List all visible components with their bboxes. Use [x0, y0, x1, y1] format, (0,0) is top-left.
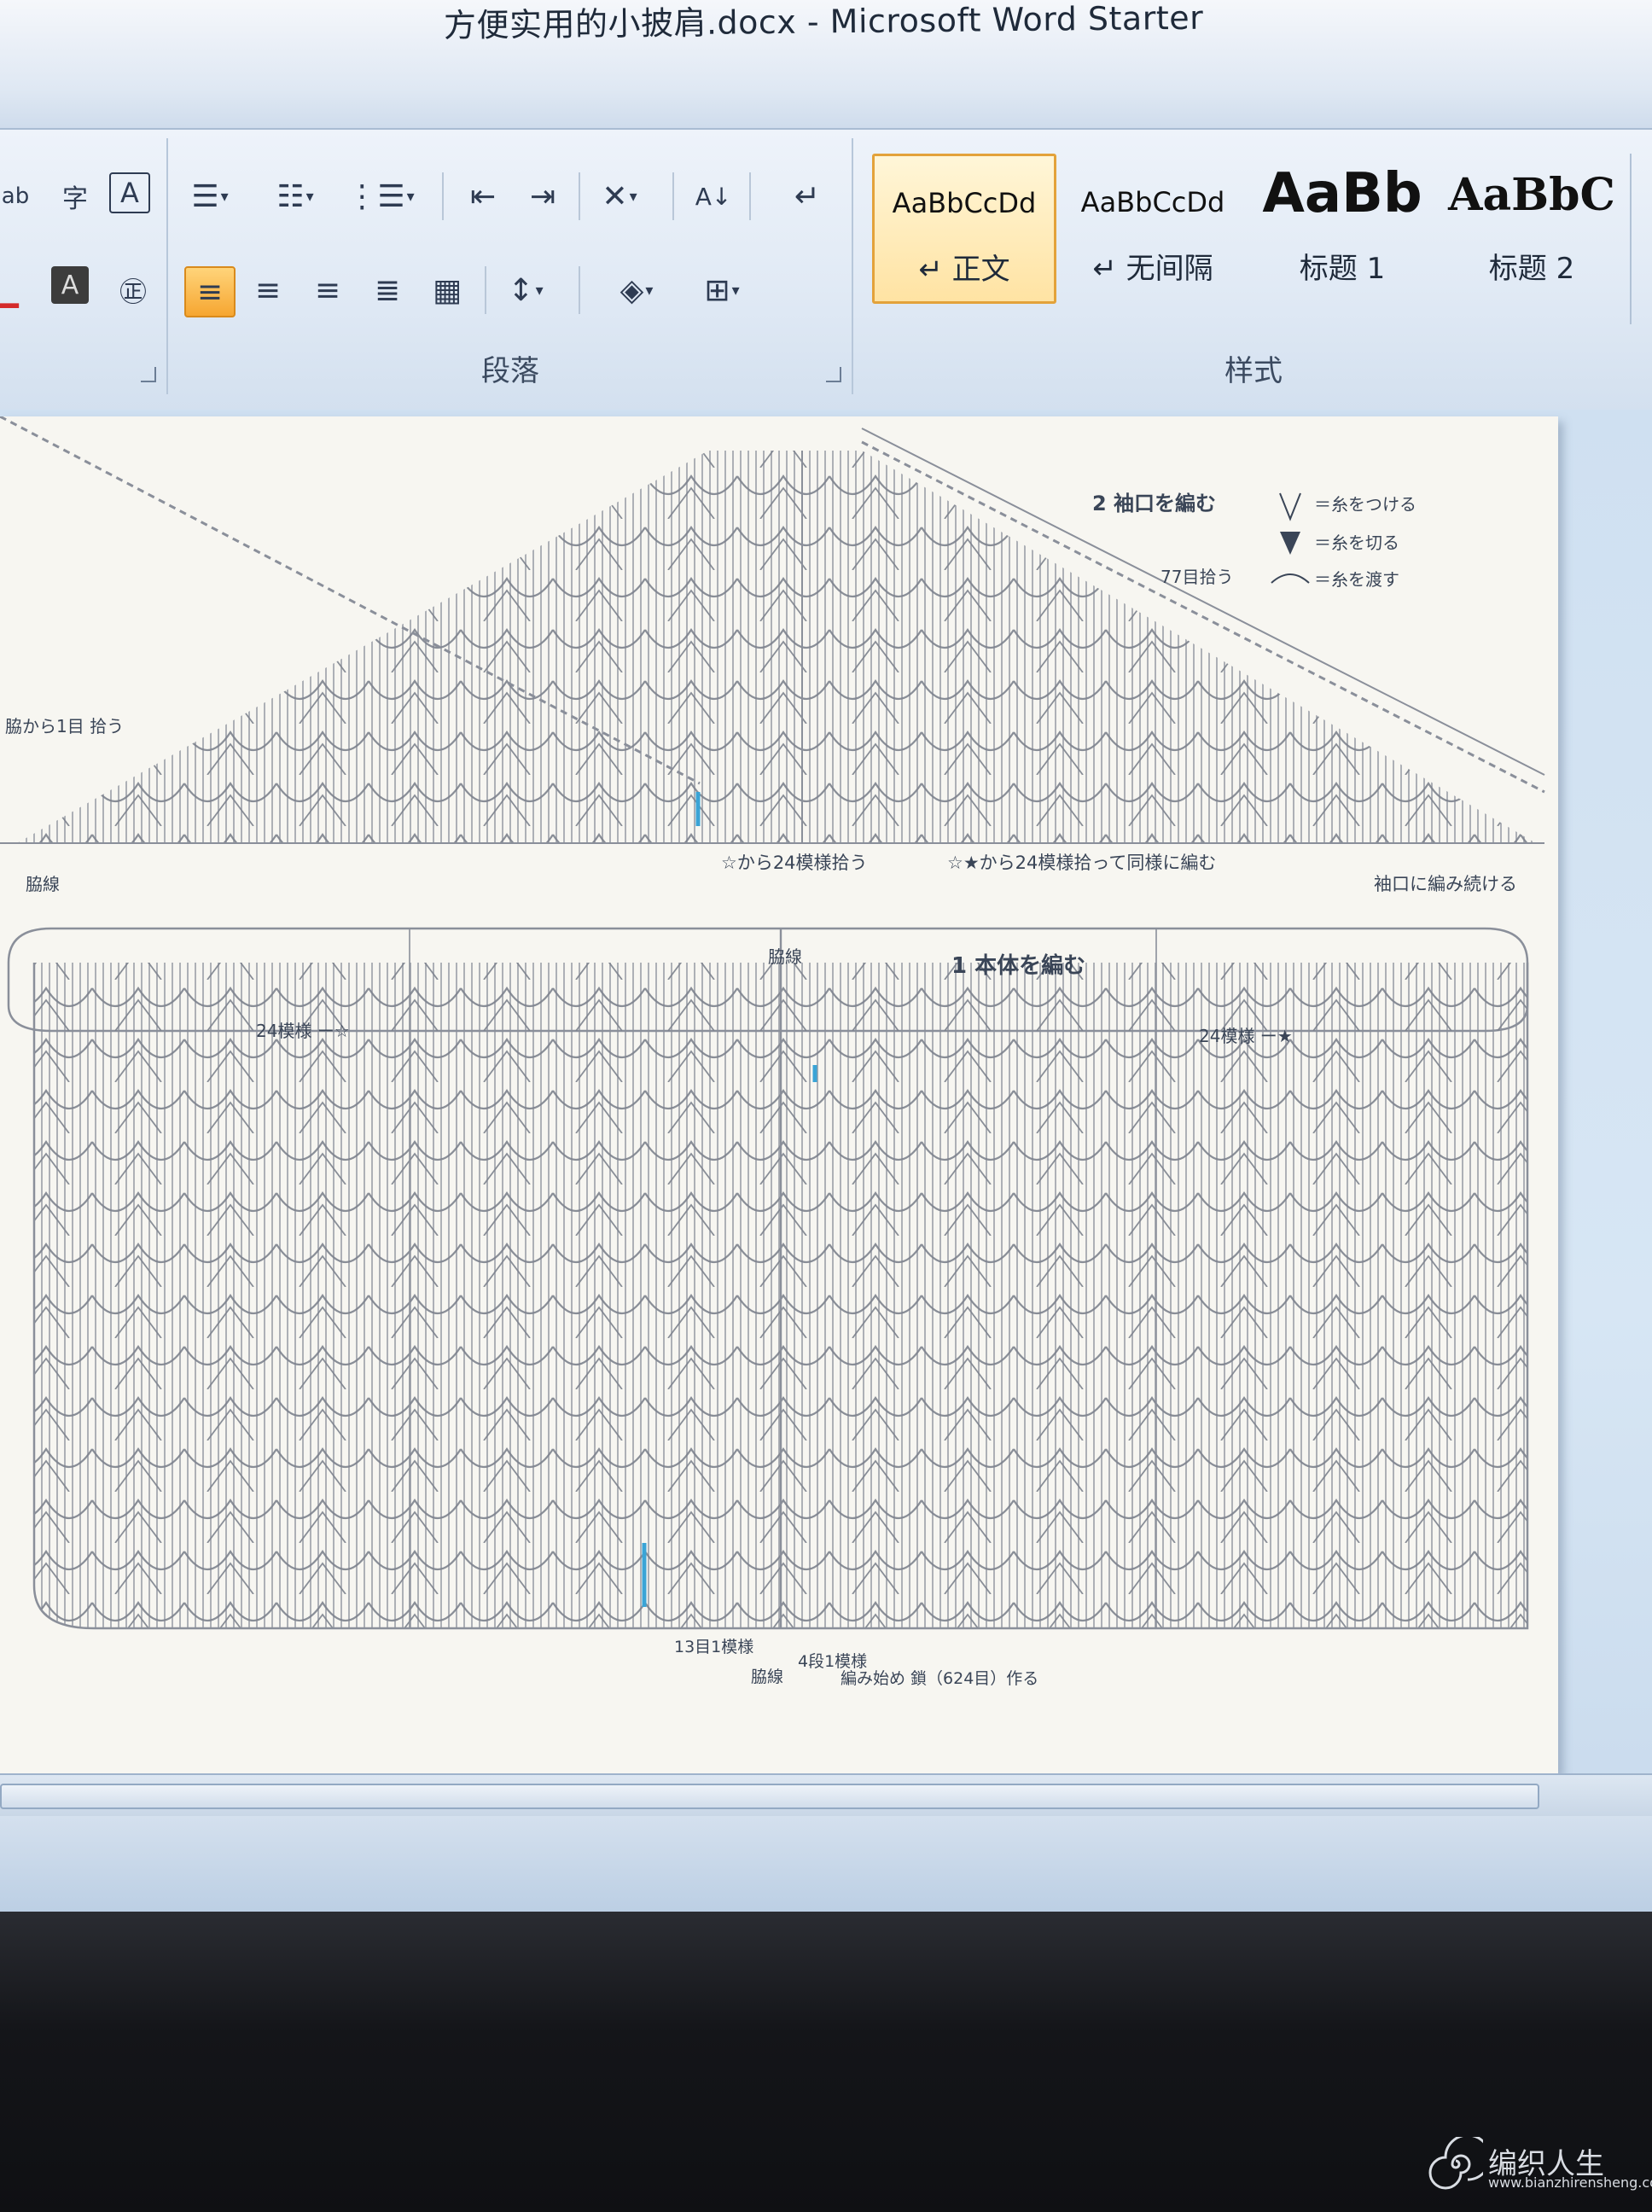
enclosed-characters-icon[interactable]: ㊣ — [109, 266, 157, 314]
paragraph-dialog-launcher-icon[interactable] — [826, 367, 841, 382]
monitor-bezel: 编织人生 www.bianzhirensheng.com — [0, 1912, 1652, 2212]
window-title: 方便实用的小披肩.docx - Microsoft Word Starter — [443, 0, 1204, 45]
stitch-count: 77目拾う — [1160, 567, 1233, 587]
pick-and-knit-same: ☆★から24模様拾って同様に編む — [947, 853, 1216, 873]
style-no-spacing[interactable]: AaBbCcDd ↵ 无间隔 — [1062, 154, 1244, 302]
decrease-indent-icon[interactable]: ⇤ — [459, 172, 507, 220]
justify-icon[interactable]: ≣ — [364, 266, 411, 314]
spiral-logo-icon — [1428, 2133, 1492, 2190]
font-color-icon[interactable]: ▁ — [0, 266, 31, 314]
styles-group: AaBbCcDd ↵ 正文 AaBbCcDd ↵ 无间隔 AaBb 标题 1 A… — [855, 138, 1652, 394]
legend-attach: ＝糸をつける — [1314, 494, 1416, 515]
ribbon: ab 字 A ▁ A ㊣ ☰ ▾ ☷ ▾ ⋮☰ ▾ ⇤ ⇥ ✕ ▾ A↓ ↵ ≡ ≡ ≡ — [0, 128, 1652, 413]
separator — [442, 172, 444, 220]
legend-pass: ＝糸を渡す — [1314, 569, 1399, 590]
thirteen-stitch-repeat: 13目1模様 — [674, 1638, 753, 1656]
style-sample: AaBb — [1262, 162, 1422, 225]
phonetic-guide-icon[interactable]: 字 — [51, 172, 99, 220]
numbering-icon[interactable]: ☷ ▾ — [271, 172, 319, 220]
align-center-icon[interactable]: ≡ — [244, 266, 292, 314]
style-normal[interactable]: AaBbCcDd ↵ 正文 — [872, 154, 1056, 304]
title-bar: 方便实用的小披肩.docx - Microsoft Word Starter — [0, 0, 1652, 128]
clear-format-icon[interactable]: ab — [0, 172, 39, 220]
watermark: 编织人生 www.bianzhirensheng.com — [1428, 2133, 1652, 2197]
shading-icon[interactable]: ◈ ▾ — [613, 266, 660, 314]
paragraph-group-label: 段落 — [481, 354, 539, 388]
style-name: 标题 2 — [1488, 252, 1575, 286]
style-sample: AaBbCcDd — [892, 187, 1037, 219]
side-seam-center: 脇線 — [768, 946, 802, 967]
style-heading-1[interactable]: AaBb 标题 1 — [1251, 154, 1434, 302]
bullets-icon[interactable]: ☰ ▾ — [186, 172, 234, 220]
align-right-icon[interactable]: ≡ — [304, 266, 352, 314]
sleeve-chart — [0, 416, 1545, 844]
style-name: 标题 1 — [1299, 252, 1386, 286]
font-dialog-launcher-icon[interactable] — [141, 367, 156, 382]
status-bar — [0, 1816, 1652, 1912]
align-left-icon[interactable]: ≡ — [184, 266, 236, 317]
styles-group-label: 样式 — [1224, 354, 1283, 388]
separator — [485, 266, 486, 314]
sleeve-title: 2 袖口を編む — [1092, 492, 1216, 515]
repeat-left: 24模様 ー☆ — [256, 1021, 350, 1041]
legend-cut: ＝糸を切る — [1314, 533, 1399, 553]
pick-from-side: 脇から1目 拾う — [5, 716, 124, 736]
line-spacing-icon[interactable]: ↕ ▾ — [502, 266, 550, 314]
character-shading-icon[interactable]: A — [51, 266, 89, 304]
body-title: 1 本体を編む — [951, 952, 1085, 979]
monitor-screen: 方便实用的小披肩.docx - Microsoft Word Starter a… — [0, 0, 1652, 1912]
separator — [672, 172, 674, 220]
document-page[interactable]: 2 袖口を編む ＝糸をつける ＝糸を切る ＝糸を渡す 77目拾う 脇から1目 拾… — [0, 416, 1558, 1773]
style-sample: AaBbC — [1448, 169, 1615, 221]
crochet-chart: 2 袖口を編む ＝糸をつける ＝糸を切る ＝糸を渡す 77目拾う 脇から1目 拾… — [0, 416, 1545, 1688]
horizontal-scrollbar[interactable] — [0, 1773, 1652, 1818]
character-border-icon[interactable]: A — [109, 172, 150, 213]
pick-from-star-outline: ☆から24模様拾う — [721, 853, 868, 873]
four-row-repeat: 4段1模様 — [798, 1652, 867, 1671]
style-name: ↵ 正文 — [918, 253, 1010, 287]
chart-legend: 2 袖口を編む ＝糸をつける ＝糸を切る ＝糸を渡す 77目拾う — [1092, 492, 1416, 590]
repeat-right: 24模様 ー★ — [1199, 1026, 1293, 1046]
sort-icon[interactable]: A↓ — [689, 172, 737, 220]
scrollbar-thumb[interactable] — [0, 1784, 1539, 1809]
show-marks-icon[interactable]: ↵ — [783, 172, 831, 220]
paragraph-group: ☰ ▾ ☷ ▾ ⋮☰ ▾ ⇤ ⇥ ✕ ▾ A↓ ↵ ≡ ≡ ≡ ≣ ▦ ↕ ▾ ◈ ▾ ⊞ ▾… — [169, 138, 853, 394]
side-seam-left: 脇線 — [26, 874, 60, 894]
style-sample: AaBbCcDd — [1080, 186, 1225, 218]
style-heading-2[interactable]: AaBbC 标题 2 — [1440, 154, 1623, 302]
body-chart — [7, 927, 1529, 1630]
separator — [749, 172, 751, 220]
continue-to-cuff: 袖口に編み続ける — [1374, 874, 1517, 894]
increase-indent-icon[interactable]: ⇥ — [519, 172, 567, 220]
chinese-layout-icon[interactable]: ✕ ▾ — [596, 172, 643, 220]
style-name: ↵ 无间隔 — [1092, 252, 1213, 286]
style-gallery-scroll[interactable] — [1630, 154, 1652, 324]
separator — [579, 172, 580, 220]
separator — [579, 266, 580, 314]
watermark-url: www.bianzhirensheng.com — [1488, 2174, 1652, 2191]
side-seam-bottom: 脇線 — [751, 1668, 783, 1686]
multilevel-list-icon[interactable]: ⋮☰ ▾ — [346, 172, 414, 220]
start-chain: 編み始め 鎖（624目）作る — [841, 1669, 1038, 1688]
distributed-icon[interactable]: ▦ — [423, 266, 471, 314]
borders-icon[interactable]: ⊞ ▾ — [698, 266, 746, 314]
font-group: ab 字 A ▁ A ㊣ — [0, 138, 168, 394]
